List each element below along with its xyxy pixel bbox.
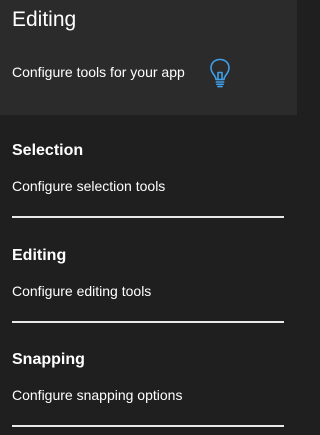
panel-subtitle: Configure tools for your app [12, 64, 185, 80]
section-description: Configure editing tools [12, 283, 152, 299]
section-snapping[interactable]: Snapping Configure snapping options [0, 324, 297, 429]
section-divider [12, 321, 284, 323]
section-editing[interactable]: Editing Configure editing tools [0, 220, 297, 325]
section-title: Snapping [12, 351, 85, 368]
lightbulb-icon[interactable] [207, 57, 233, 89]
panel-title: Editing [12, 8, 77, 31]
section-title: Editing [12, 247, 67, 264]
editing-settings-panel: Editing Configure tools for your app Sel… [0, 0, 297, 435]
section-description: Configure snapping options [12, 387, 183, 403]
section-title: Selection [12, 142, 84, 159]
section-description: Configure selection tools [12, 178, 166, 194]
section-divider [12, 216, 284, 218]
panel-header: Editing Configure tools for your app [0, 0, 297, 115]
section-selection[interactable]: Selection Configure selection tools [0, 115, 297, 220]
section-divider [12, 425, 284, 427]
